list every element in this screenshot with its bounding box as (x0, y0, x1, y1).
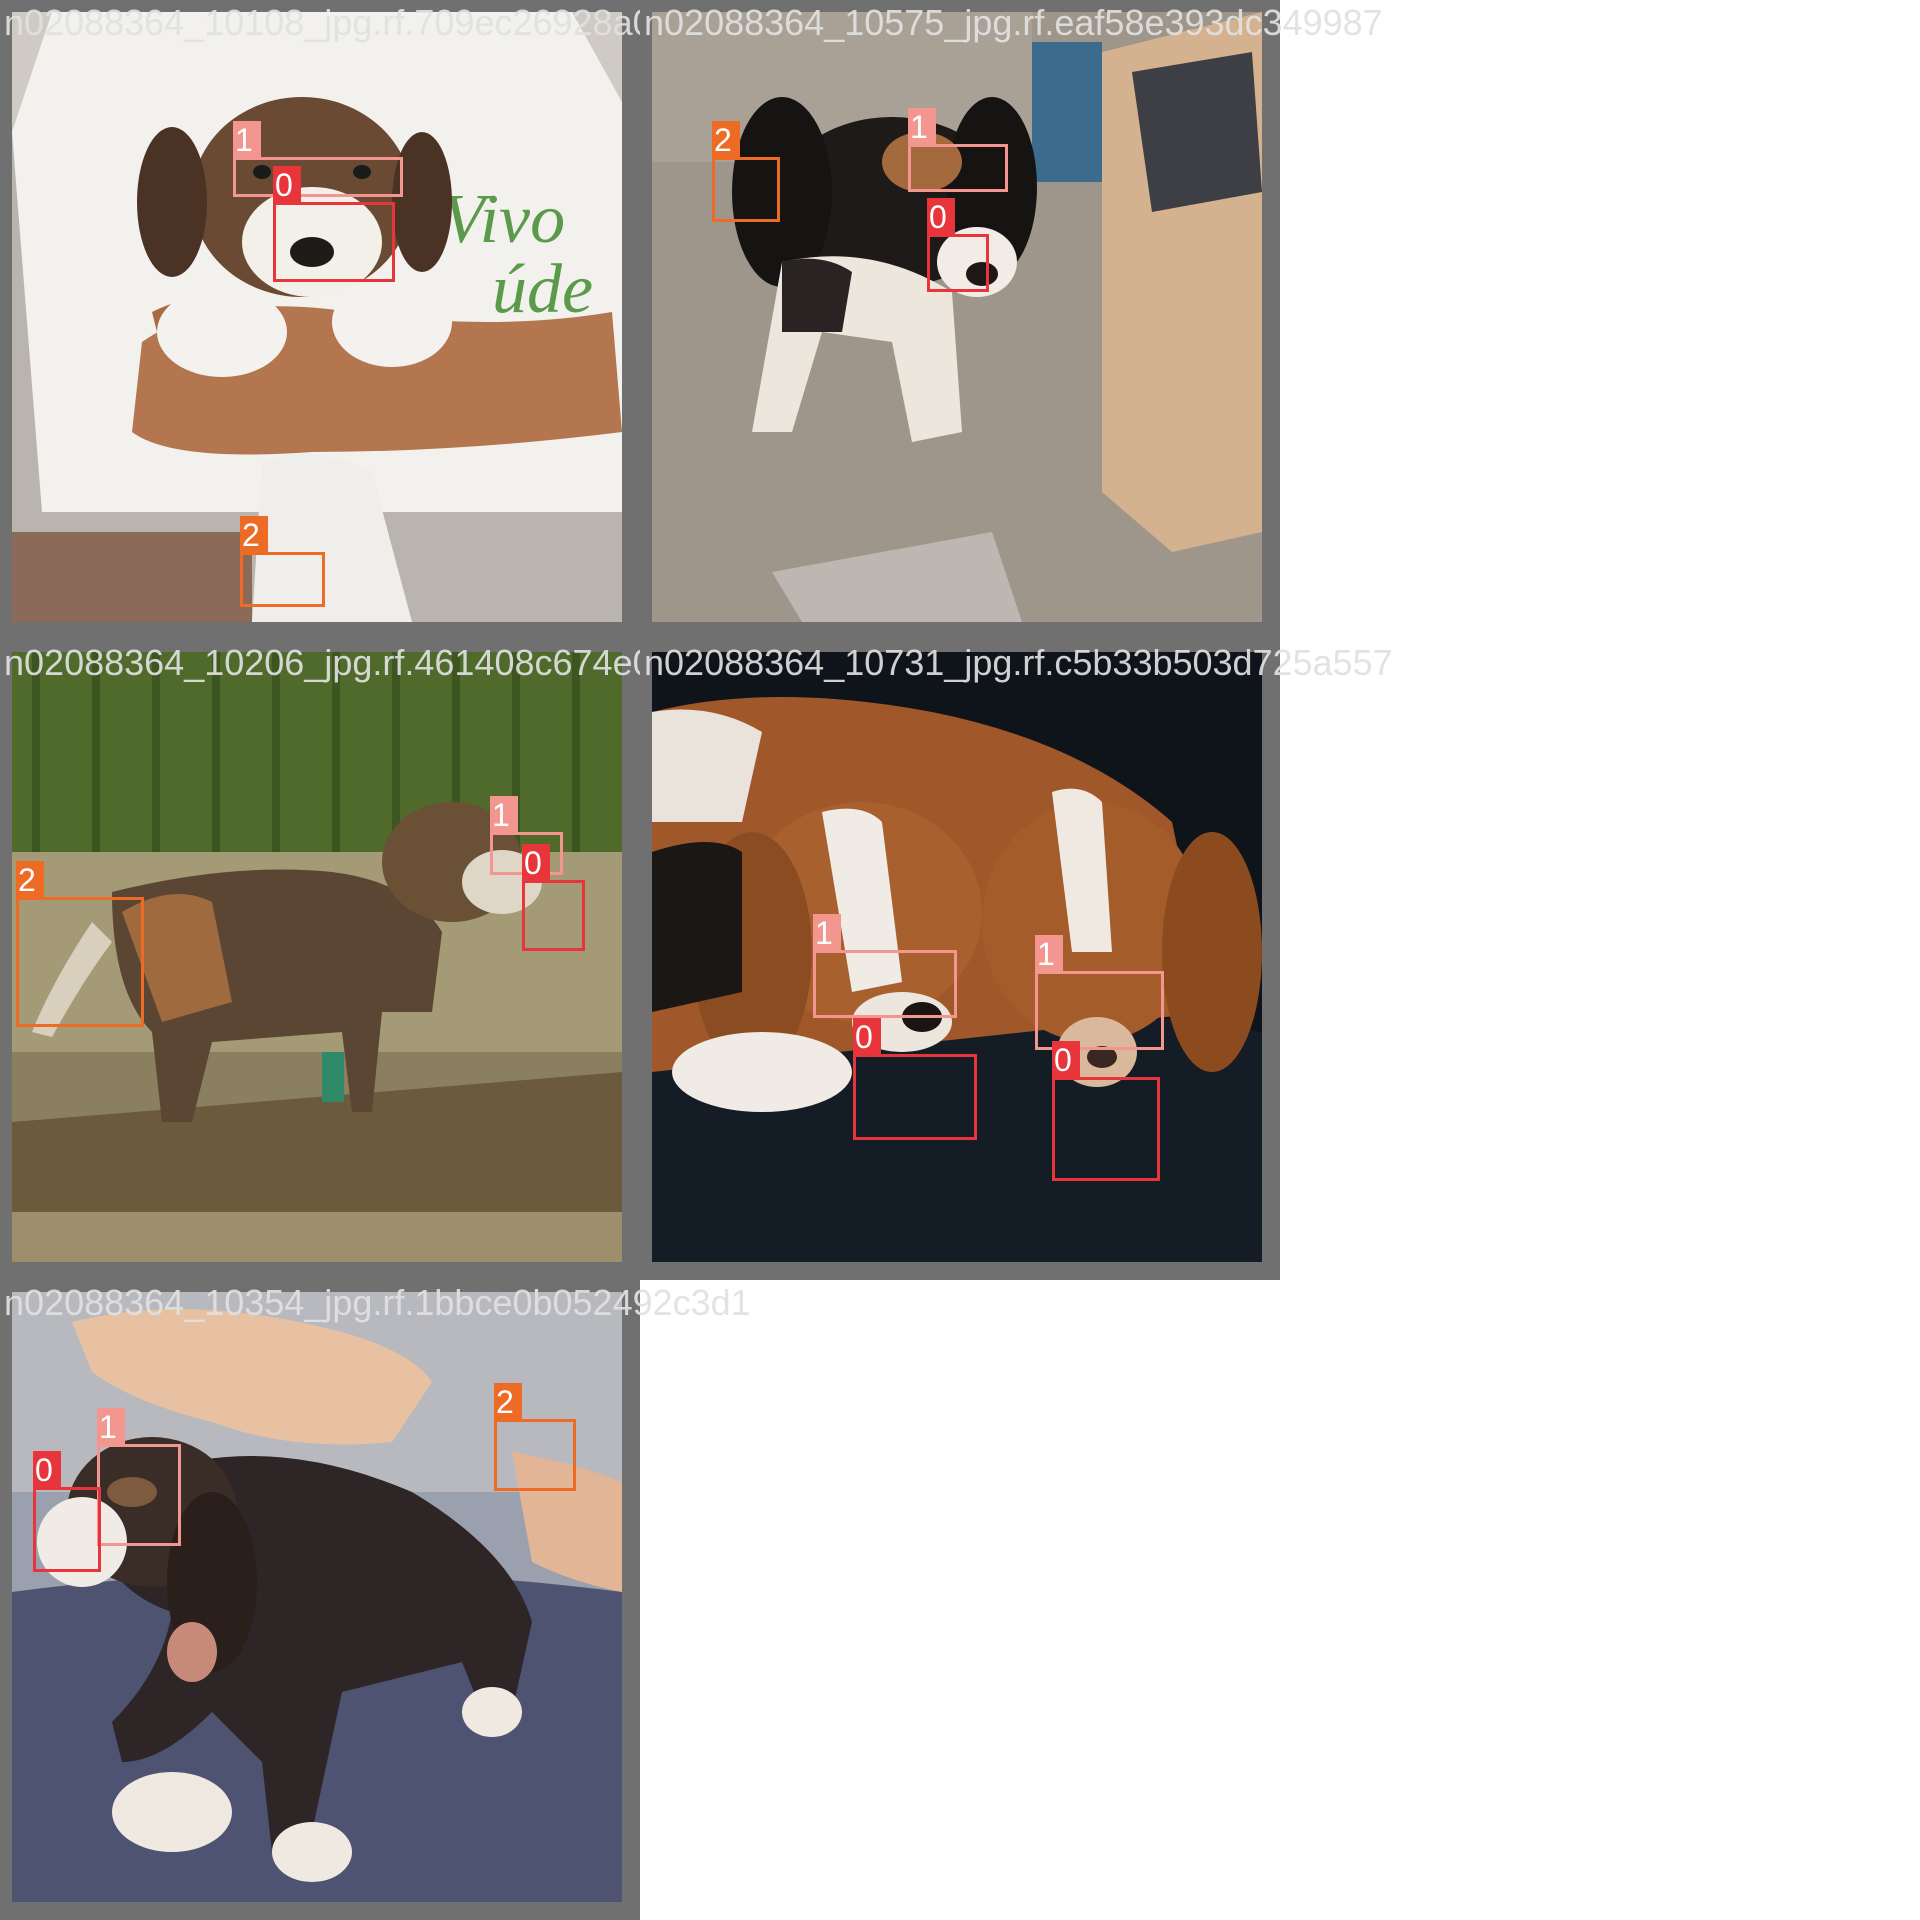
svg-text:Vivo: Vivo (442, 181, 565, 258)
class-label: 1 (490, 796, 518, 833)
class-label: 1 (813, 914, 841, 951)
dog-photo (652, 12, 1262, 622)
class-label: 1 (908, 108, 936, 145)
photo-basset-hounds (652, 652, 1262, 1262)
class-label: 0 (853, 1018, 881, 1055)
photo-beagle-puppy: Vivo úde (12, 12, 622, 622)
class-label: 1 (1035, 935, 1063, 972)
detection-box (908, 144, 1008, 192)
photo-hound-on-carpet (652, 12, 1262, 622)
class-label: 2 (240, 516, 268, 553)
class-label: 0 (273, 166, 301, 203)
mosaic-tile-2[interactable]: 1 0 2 n02088364_10206_jpg.rf.461408c674e… (0, 640, 733, 1280)
detection-box (1052, 1077, 1160, 1181)
detection-box (240, 552, 325, 607)
class-label: 1 (97, 1408, 125, 1445)
mosaic-tile-0[interactable]: Vivo úde 1 0 2 n02088364_10108_jpg.rf.70… (0, 0, 763, 640)
svg-text:úde: úde (492, 251, 593, 328)
mosaic-tile-4[interactable]: 2 1 0 n02088364_10354_jpg.rf.1bbce0b0524… (0, 1280, 751, 1920)
class-label: 1 (233, 121, 261, 158)
class-label: 0 (1052, 1041, 1080, 1078)
detection-box (1035, 971, 1164, 1050)
class-label: 2 (494, 1383, 522, 1420)
photo-beagle-puppy-on-blanket (12, 1292, 622, 1902)
detection-box (97, 1444, 181, 1546)
detection-box (233, 157, 403, 197)
mosaic-tile-1[interactable]: 2 1 0 n02088364_10575_jpg.rf.eaf58e393dc… (640, 0, 1383, 640)
class-label: 2 (16, 861, 44, 898)
detection-box (494, 1419, 576, 1491)
detection-box (813, 950, 957, 1018)
detection-box (273, 202, 395, 282)
detection-box (927, 234, 989, 292)
dog-photo (12, 1292, 622, 1902)
class-label: 0 (522, 844, 550, 881)
class-label: 2 (712, 121, 740, 158)
detection-box (853, 1054, 977, 1140)
dog-photo (652, 652, 1262, 1262)
class-label: 0 (33, 1451, 61, 1488)
dog-photo: Vivo úde (12, 12, 622, 622)
detection-box (712, 157, 780, 222)
detection-box (33, 1487, 101, 1572)
class-label: 0 (927, 198, 955, 235)
mosaic-tile-3[interactable]: 1 0 1 0 n02088364_10731_jpg.rf.c5b33b503… (640, 640, 1393, 1280)
detection-box (522, 880, 585, 951)
detection-box (16, 897, 144, 1027)
